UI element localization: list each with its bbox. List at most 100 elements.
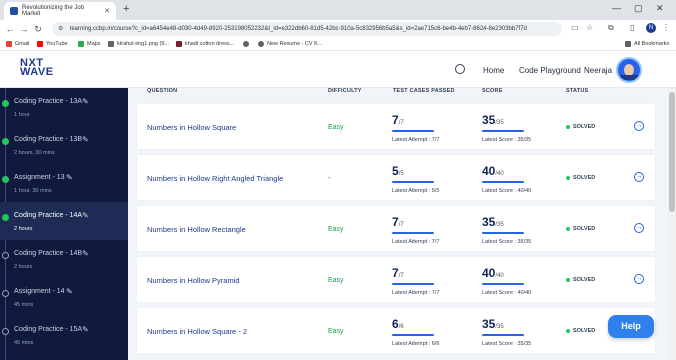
forward-icon[interactable]: → xyxy=(17,24,31,34)
sidebar-item-duration: 1 hour, 30 mins xyxy=(14,188,52,194)
test-cases-metric: 7/7 Latest Attempt : 7/7 xyxy=(392,213,439,245)
question-title[interactable]: Numbers in Hollow Square - 2 xyxy=(147,327,247,336)
sidebar-item-title: Assignment - 14 xyxy=(14,288,65,295)
back-icon[interactable]: ← xyxy=(3,24,17,34)
status-text: SOLVED xyxy=(573,328,596,334)
bookmark-maps[interactable]: Maps xyxy=(78,41,100,47)
url-text: learning.ccbp.in/course?c_id=a6454e48-d0… xyxy=(70,26,527,32)
reload-icon[interactable]: ↻ xyxy=(31,24,45,35)
score-total: /35 xyxy=(495,222,504,228)
question-title[interactable]: Numbers in Hollow Pyramid xyxy=(147,276,240,285)
question-title[interactable]: Numbers in Hollow Square xyxy=(147,123,236,132)
bookmark-shop[interactable]: khadi cotton dress... xyxy=(176,41,234,47)
score-metric: 40/40 Latest Score : 40/40 xyxy=(482,264,531,296)
sidebar-item[interactable]: Coding Practice - 14B ✎ 2 hours xyxy=(0,240,128,278)
question-title[interactable]: Numbers in Hollow Right Angled Triangle xyxy=(147,174,283,183)
status-text: SOLVED xyxy=(573,277,596,283)
user-avatar[interactable] xyxy=(616,57,642,83)
header-difficulty: DIFFICULTY xyxy=(328,88,362,94)
test-cases-total: /7 xyxy=(398,222,404,228)
maximize-icon[interactable]: ▢ xyxy=(634,3,643,14)
all-bookmarks[interactable]: All Bookmarks xyxy=(625,41,669,47)
sidebar-item[interactable]: Coding Practice - 13A ✎ 1 hour xyxy=(0,88,128,126)
gmail-icon xyxy=(6,41,12,47)
close-tab-icon[interactable]: ✕ xyxy=(104,7,110,15)
menu-kebab-icon[interactable]: ⋮ xyxy=(662,23,670,32)
question-row[interactable]: Numbers in Hollow Square Easy 7/7 Latest At… xyxy=(137,104,655,149)
bookmark-file[interactable]: ktrahul-img1.png (9... xyxy=(108,41,169,47)
difficulty-label: Easy xyxy=(328,277,344,284)
status-badge: SOLVED xyxy=(566,277,595,283)
sidebar-item[interactable]: Coding Practice - 15A ✎ 45 mins xyxy=(0,316,128,354)
home-link[interactable]: Home xyxy=(483,66,504,75)
cast-icon[interactable]: ▭ xyxy=(571,23,579,32)
edit-pencil-icon[interactable]: ✎ xyxy=(82,135,89,144)
latest-score: Latest Score : 35/35 xyxy=(482,137,532,143)
open-question-arrow-icon[interactable]: → xyxy=(634,223,644,233)
test-cases-progress-bar xyxy=(392,334,434,336)
user-name[interactable]: Neeraja xyxy=(584,66,612,75)
app-header: NXT WAVE Home Code Playground Neeraja xyxy=(0,51,676,88)
url-field[interactable]: ⚙ learning.ccbp.in/course?c_id=a6454e48-… xyxy=(52,22,562,36)
site-favicon-icon xyxy=(10,7,18,15)
globe-icon xyxy=(243,41,249,47)
open-question-arrow-icon[interactable]: → xyxy=(634,274,644,284)
browser-tab-bar: Revolutionizing the Job Market ✕ + — ▢ ✕ xyxy=(0,0,676,20)
sidebar-item[interactable]: Coding Practice - 13B ✎ 2 hours, 30 mins xyxy=(0,126,128,164)
edit-pencil-icon[interactable]: ✎ xyxy=(82,325,89,334)
latest-attempt: Latest Attempt : 5/5 xyxy=(392,188,440,194)
test-cases-metric: 5/5 Latest Attempt : 5/5 xyxy=(392,162,439,194)
code-playground-link[interactable]: Code Playground xyxy=(519,66,581,75)
sidebar-item[interactable]: Assignment - 14 ✎ 45 mins xyxy=(0,278,128,316)
bookmark-star-icon[interactable]: ☆ xyxy=(586,23,593,32)
bookmark-gmail[interactable]: Gmail xyxy=(6,41,29,47)
edit-pencil-icon[interactable]: ✎ xyxy=(66,173,73,182)
sidebar-item[interactable]: Coding Practice - 14A ✎ 2 hours xyxy=(0,202,128,240)
bookmarks-bar: Gmail YouTube Maps ktrahul-img1.png (9..… xyxy=(0,38,676,51)
youtube-icon xyxy=(37,41,43,47)
test-cases-passed: 7 xyxy=(392,266,399,280)
streak-icon[interactable] xyxy=(455,64,465,74)
extensions-icon[interactable]: ⧉ xyxy=(608,23,614,33)
bookmark-globe[interactable] xyxy=(243,41,249,47)
latest-score: Latest Score : 35/35 xyxy=(482,341,532,347)
minimize-icon[interactable]: — xyxy=(612,3,621,13)
site-info-icon[interactable]: ⚙ xyxy=(58,25,63,32)
latest-score: Latest Score : 35/35 xyxy=(482,239,532,245)
side-panel-icon[interactable]: ▯ xyxy=(630,23,634,32)
test-cases-passed: 7 xyxy=(392,113,399,127)
new-tab-icon[interactable]: + xyxy=(123,3,129,15)
questions-panel: QUESTION DIFFICULTY TEST CASES PASSED SC… xyxy=(128,88,668,360)
scrollbar-thumb[interactable] xyxy=(669,92,675,212)
question-row[interactable]: Numbers in Hollow Pyramid Easy 7/7 Latest A… xyxy=(137,257,655,302)
open-question-arrow-icon[interactable]: → xyxy=(634,121,644,131)
bookmark-resume[interactable]: New Resume - CV K... xyxy=(258,41,322,47)
question-title[interactable]: Numbers in Hollow Rectangle xyxy=(147,225,246,234)
status-text: SOLVED xyxy=(573,124,596,130)
status-badge: SOLVED xyxy=(566,328,595,334)
browser-tab[interactable]: Revolutionizing the Job Market ✕ xyxy=(4,2,116,20)
page-scrollbar[interactable] xyxy=(668,88,676,360)
question-row[interactable]: Numbers in Hollow Square - 2 Easy 6/6 Lates… xyxy=(137,308,655,353)
edit-pencil-icon[interactable]: ✎ xyxy=(82,211,89,220)
edit-pencil-icon[interactable]: ✎ xyxy=(82,249,89,258)
sidebar-item[interactable]: Assignment - 13 ✎ 1 hour, 30 mins xyxy=(0,164,128,202)
close-window-icon[interactable]: ✕ xyxy=(656,3,664,14)
folder-icon xyxy=(625,41,631,47)
question-row[interactable]: Numbers in Hollow Right Angled Triangle -… xyxy=(137,155,655,200)
test-cases-total: /7 xyxy=(398,273,404,279)
edit-pencil-icon[interactable]: ✎ xyxy=(66,287,73,296)
help-button[interactable]: Help xyxy=(608,315,654,338)
test-cases-progress-bar xyxy=(392,181,434,183)
bookmark-youtube[interactable]: YouTube xyxy=(37,41,68,47)
status-text: SOLVED xyxy=(573,175,596,181)
difficulty-label: - xyxy=(328,175,331,182)
edit-pencil-icon[interactable]: ✎ xyxy=(82,97,89,106)
open-question-arrow-icon[interactable]: → xyxy=(634,172,644,182)
header-score: SCORE xyxy=(482,88,503,94)
nxtwave-logo[interactable]: NXT WAVE xyxy=(20,58,54,78)
question-row[interactable]: Numbers in Hollow Rectangle Easy 7/7 Latest… xyxy=(137,206,655,251)
test-cases-passed: 7 xyxy=(392,215,399,229)
browser-profile-avatar[interactable]: N xyxy=(646,23,656,33)
score-total: /35 xyxy=(495,324,504,330)
